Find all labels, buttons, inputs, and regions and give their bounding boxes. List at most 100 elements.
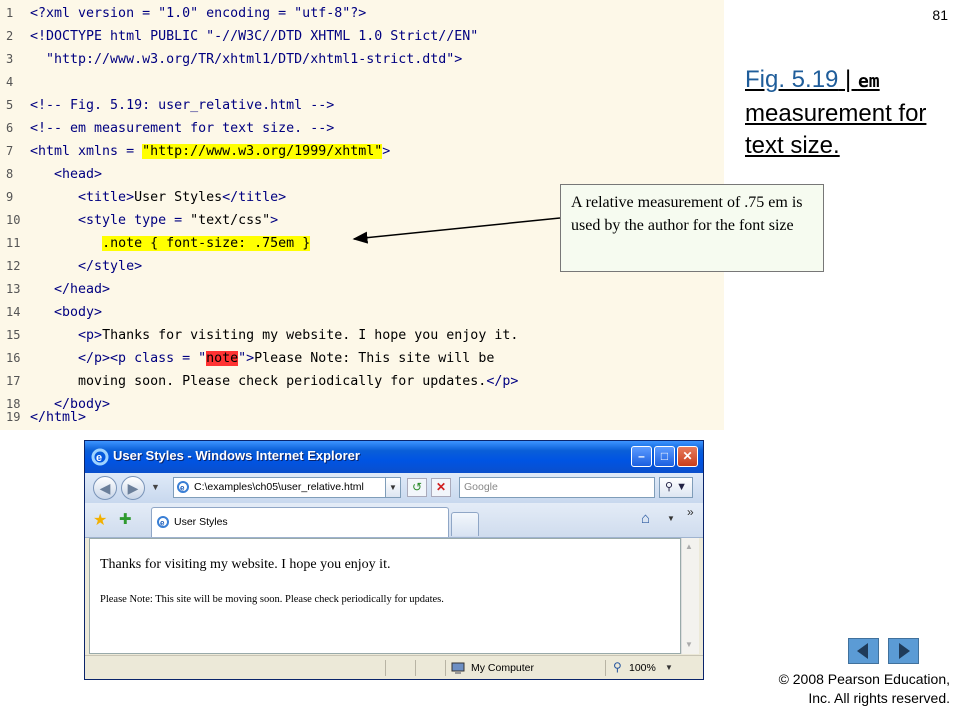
- line-number: 12: [6, 259, 21, 273]
- tab-user-styles[interactable]: e User Styles: [151, 507, 449, 537]
- code-line-6: 6 <!-- em measurement for text size. -->: [0, 117, 334, 140]
- zoom-level[interactable]: 100%: [629, 662, 656, 674]
- code-text: <?xml version = "1.0" encoding = "utf-8"…: [30, 6, 367, 21]
- code-text: <p>: [30, 328, 103, 343]
- tab-ie-icon: e: [157, 516, 169, 528]
- callout-box: A relative measurement of .75 em is used…: [560, 184, 824, 272]
- title-separator: |: [838, 66, 858, 93]
- code-comment: <!-- Fig. 5.19: user_relative.html -->: [30, 98, 335, 113]
- highlighted-namespace: "http://www.w3.org/1999/xhtml": [142, 144, 383, 159]
- forward-button[interactable]: ▶: [121, 476, 145, 500]
- close-button[interactable]: ✕: [677, 446, 698, 467]
- code-line-4: 4: [0, 71, 30, 94]
- highlighted-class-name: note: [206, 351, 239, 366]
- code-line-15: 15 <p>Thanks for visiting my website. I …: [0, 324, 518, 347]
- title-text: measurement for text size.: [745, 100, 927, 159]
- zoom-icon[interactable]: ⚲: [613, 660, 622, 674]
- tab-label: User Styles: [174, 516, 228, 528]
- line-number: 19: [6, 410, 21, 424]
- line-number: 13: [6, 282, 21, 296]
- svg-text:e: e: [96, 452, 102, 464]
- figure-link[interactable]: Fig. 5.19: [745, 66, 838, 93]
- new-tab-button[interactable]: [451, 512, 479, 536]
- content-paragraph-thanks: Thanks for visiting my website. I hope y…: [100, 557, 391, 572]
- code-line-12: 12 </style>: [0, 255, 142, 278]
- status-divider: [445, 660, 446, 676]
- code-text: Thanks for visiting my website. I hope y…: [102, 328, 519, 343]
- line-number: 14: [6, 305, 21, 319]
- line-number: 15: [6, 328, 21, 342]
- next-slide-button[interactable]: [888, 638, 919, 664]
- address-input[interactable]: e C:\examples\ch05\user_relative.html: [173, 477, 387, 498]
- content-paragraph-note: Please Note: This site will be moving so…: [100, 594, 444, 605]
- code-text: </head>: [30, 282, 111, 297]
- code-text: >: [382, 144, 391, 159]
- search-input[interactable]: Google: [459, 477, 655, 498]
- more-tools-chevron-icon[interactable]: »: [687, 505, 694, 519]
- address-text: C:\examples\ch05\user_relative.html: [194, 481, 364, 493]
- search-placeholder: Google: [464, 481, 498, 493]
- code-line-7: 7 <html xmlns = "http://www.w3.org/1999/x…: [0, 140, 390, 163]
- line-number: 10: [6, 213, 21, 227]
- page-ie-icon: e: [177, 481, 189, 493]
- back-arrow-icon: ◀: [99, 480, 111, 496]
- browser-window: e User Styles - Windows Internet Explore…: [84, 440, 704, 680]
- line-number: 17: [6, 374, 21, 388]
- address-toolbar: ◀ ▶ ▼ e C:\examples\ch05\user_relative.h…: [85, 473, 703, 503]
- code-line-3: 3 "http://www.w3.org/TR/xhtml1/DTD/xhtml…: [0, 48, 462, 71]
- maximize-button[interactable]: □: [654, 446, 675, 467]
- status-bar: My Computer ⚲ 100% ▼: [85, 655, 703, 679]
- code-text: <title>: [30, 190, 135, 205]
- figure-title: Fig. 5.19 | em measurement for text size.: [745, 64, 945, 162]
- forward-arrow-icon: ▶: [127, 480, 139, 496]
- vertical-scrollbar[interactable]: ▲ ▼: [681, 538, 699, 654]
- copyright-line: Inc. All rights reserved.: [808, 690, 950, 706]
- code-line-16: 16 </p><p class = "note">Please Note: Th…: [0, 347, 494, 370]
- line-number: 16: [6, 351, 21, 365]
- code-line-17: 17 moving soon. Please check periodicall…: [0, 370, 518, 393]
- home-dropdown-icon[interactable]: ▼: [667, 514, 675, 523]
- code-line-19: 19 </html>: [0, 406, 86, 429]
- scroll-up-icon[interactable]: ▲: [685, 542, 693, 551]
- refresh-icon[interactable]: ↺: [407, 478, 427, 497]
- history-dropdown-icon[interactable]: ▼: [151, 482, 160, 492]
- status-divider: [385, 660, 386, 676]
- ie-logo-icon: e: [91, 448, 109, 466]
- status-divider: [415, 660, 416, 676]
- address-dropdown-button[interactable]: ▼: [385, 477, 401, 498]
- minimize-button[interactable]: –: [631, 446, 652, 467]
- page-content: Thanks for visiting my website. I hope y…: [89, 538, 681, 654]
- status-divider: [605, 660, 606, 676]
- code-text: ">: [238, 351, 255, 366]
- previous-slide-button[interactable]: [848, 638, 879, 664]
- code-text: <style type =: [30, 213, 191, 228]
- line-number: 9: [6, 190, 14, 204]
- page-number: 81: [932, 7, 948, 23]
- code-text: </title>: [222, 190, 287, 205]
- stop-icon[interactable]: ✕: [431, 478, 451, 497]
- code-line-5: 5 <!-- Fig. 5.19: user_relative.html -->: [0, 94, 334, 117]
- scroll-down-icon[interactable]: ▼: [685, 640, 693, 649]
- line-number: 1: [6, 6, 14, 20]
- code-text: Please Note: This site will be: [254, 351, 495, 366]
- my-computer-icon: [451, 662, 465, 674]
- code-text: </p>: [486, 374, 519, 389]
- back-button[interactable]: ◀: [93, 476, 117, 500]
- code-line-14: 14 <body>: [0, 301, 102, 324]
- search-button[interactable]: ⚲ ▼: [659, 477, 693, 498]
- window-titlebar[interactable]: e User Styles - Windows Internet Explore…: [85, 441, 703, 473]
- code-text: </p><p class = ": [30, 351, 207, 366]
- home-icon[interactable]: ⌂: [641, 510, 650, 527]
- search-icon: ⚲: [664, 481, 674, 493]
- code-comment: <!-- em measurement for text size. -->: [30, 121, 335, 136]
- add-favorite-icon[interactable]: ✚: [119, 510, 132, 528]
- svg-text:e: e: [160, 519, 165, 528]
- code-line-1: 1 <?xml version = "1.0" encoding = "utf-8…: [0, 2, 366, 25]
- code-line-11: 11 .note { font-size: .75em }: [0, 232, 311, 255]
- code-text: <!DOCTYPE html PUBLIC "-//W3C//DTD XHTML…: [30, 29, 479, 44]
- zoom-dropdown-icon[interactable]: ▼: [665, 663, 673, 672]
- line-number: 11: [6, 236, 21, 250]
- favorites-star-icon[interactable]: ★: [93, 510, 107, 530]
- code-text: </style>: [30, 259, 143, 274]
